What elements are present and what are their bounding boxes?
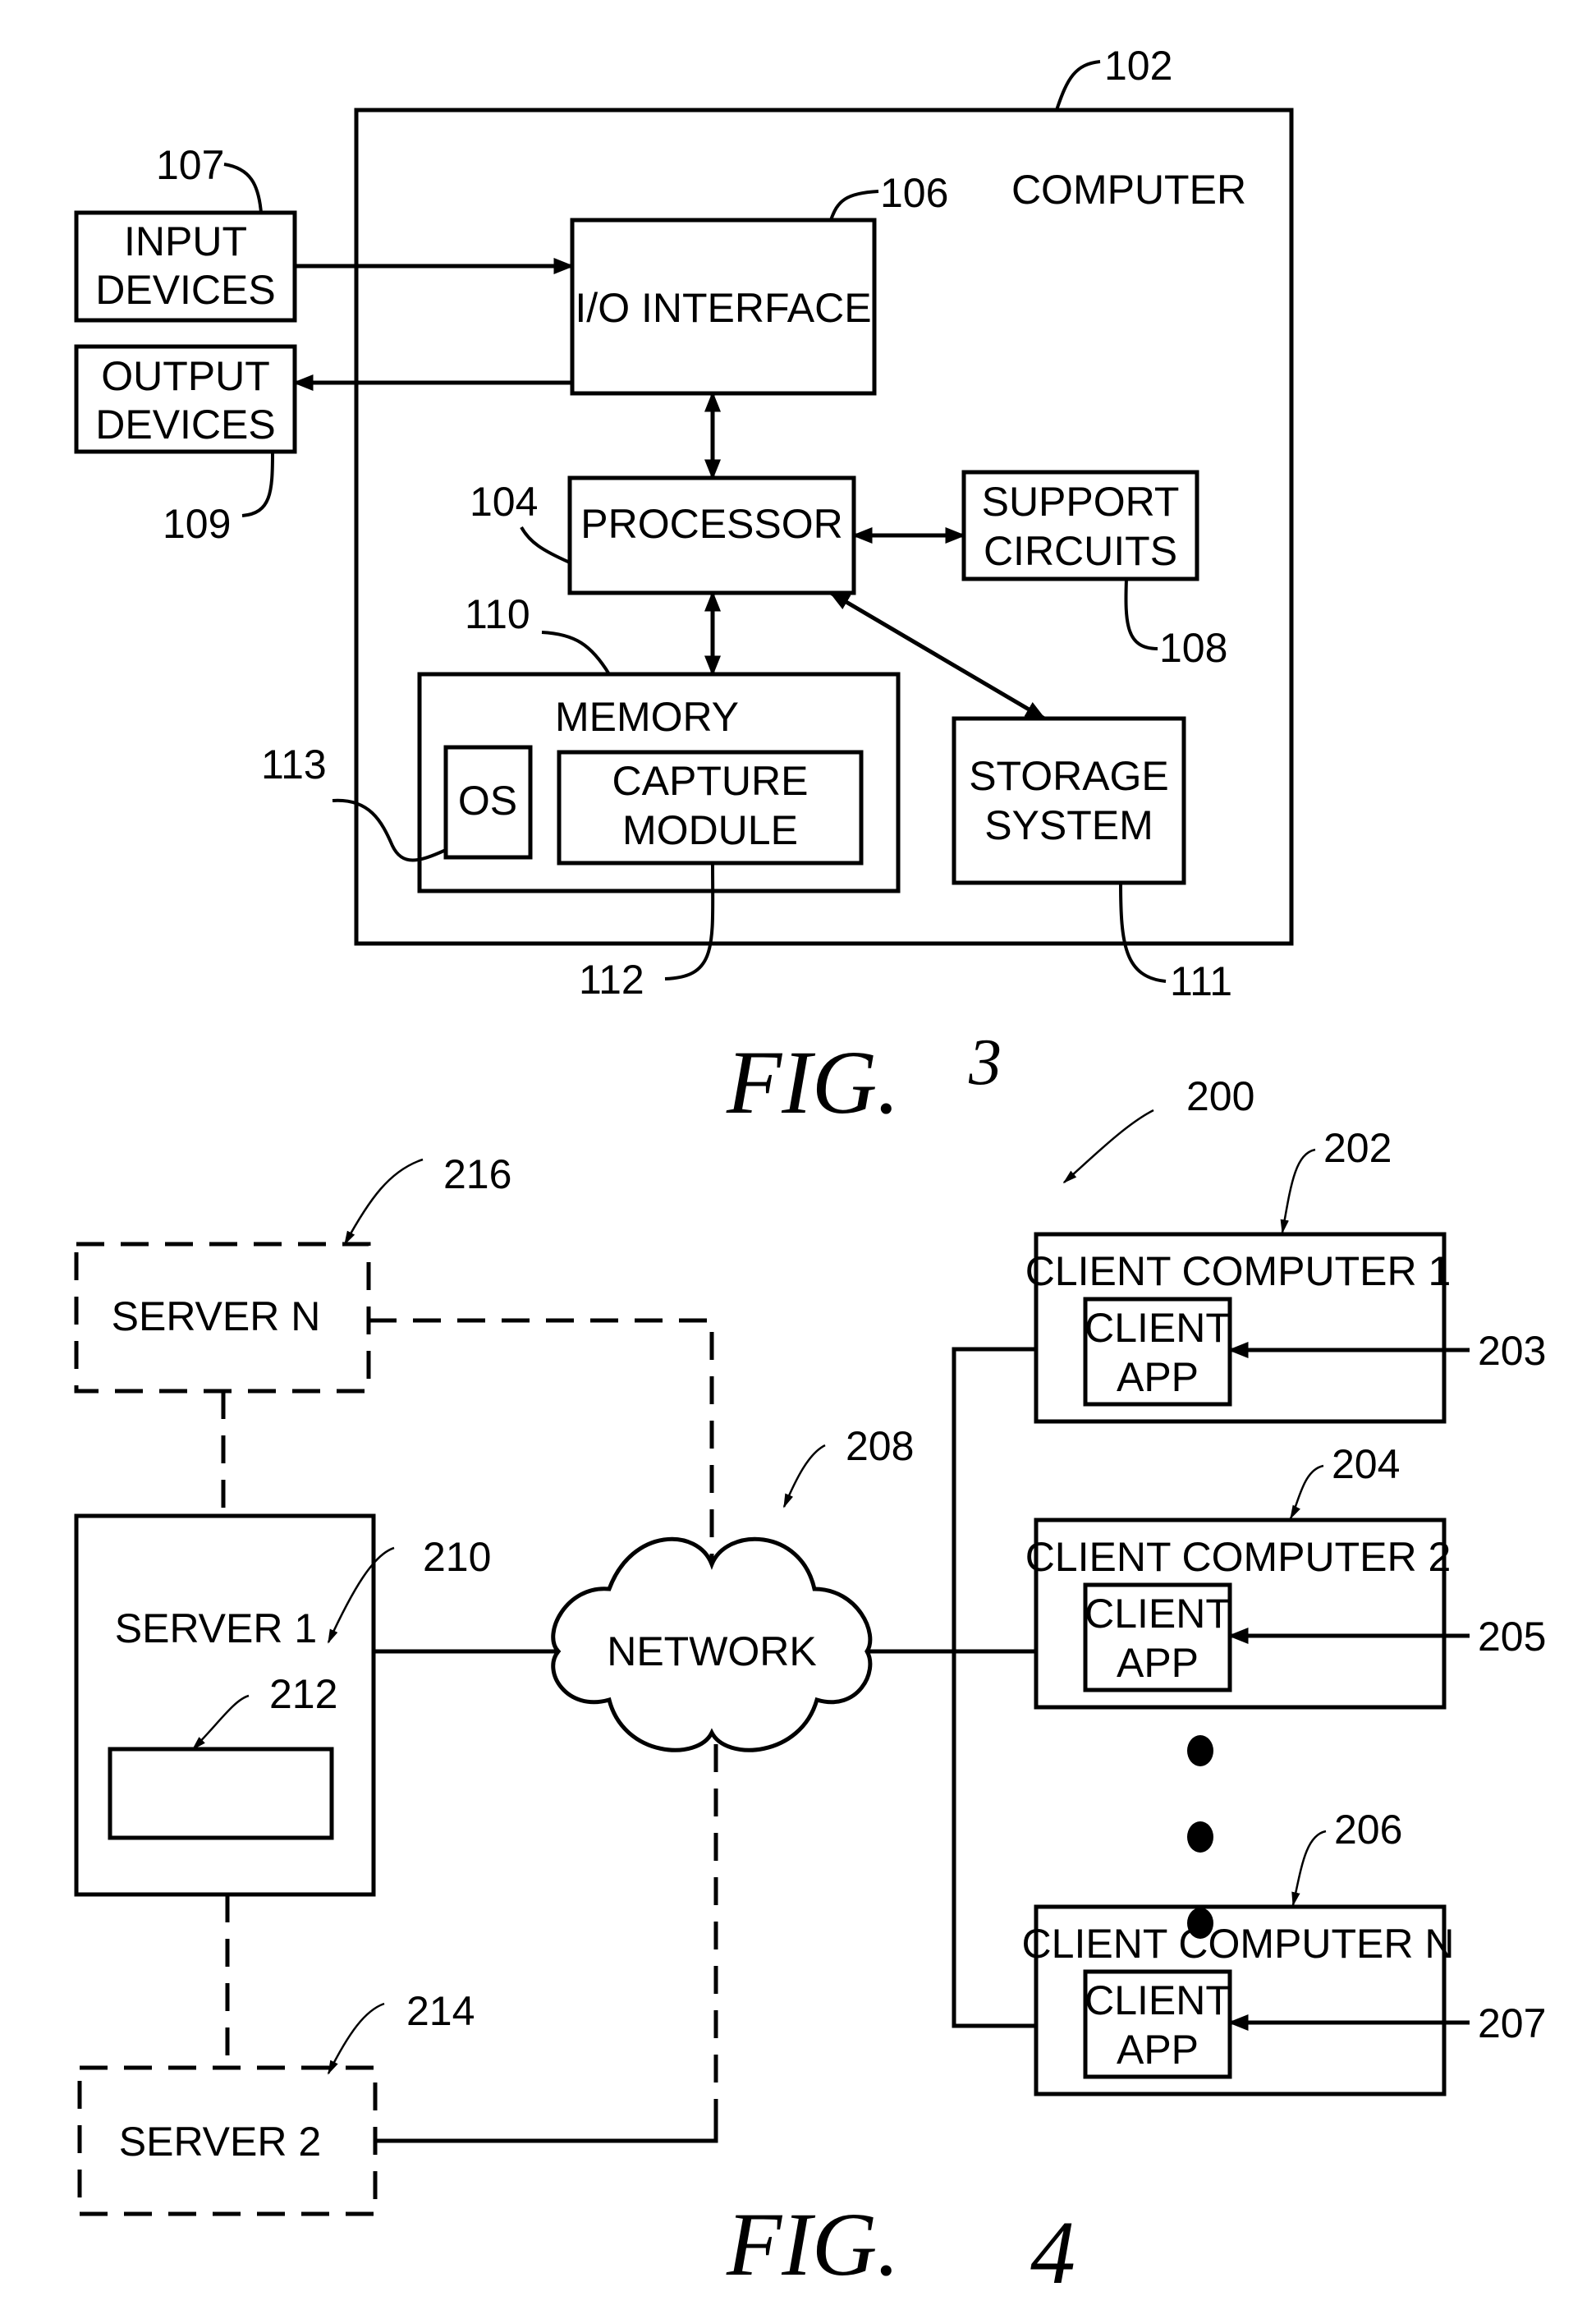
ref-109-leader	[241, 451, 274, 517]
client-computer-label: CLIENT COMPUTER 2	[1025, 1534, 1452, 1580]
client-computer: CLIENT COMPUTER 2 CLIENTAPP 205 204	[1025, 1441, 1546, 1710]
client-app-line2: APP	[1117, 1640, 1199, 1686]
io-interface-label: I/O INTERFACE	[575, 285, 871, 331]
ref-200-leader	[1062, 1109, 1154, 1184]
output-devices-line1: OUTPUT	[101, 353, 270, 399]
client-app-ref: 205	[1478, 1614, 1546, 1660]
client-computer-label: CLIENT COMPUTER 1	[1025, 1248, 1452, 1294]
client-app-line2: APP	[1117, 2027, 1199, 2073]
storage-system-box	[952, 716, 1186, 885]
ref-210: 210	[423, 1534, 491, 1580]
ref-102-leader	[1055, 60, 1101, 111]
fig3-caption: FIG.	[726, 1032, 900, 1132]
output-devices-line2: DEVICES	[95, 402, 276, 448]
input-devices-line1: INPUT	[124, 218, 247, 264]
ref-113: 113	[261, 742, 327, 788]
ref-212: 212	[269, 1671, 337, 1717]
client-app-line2: APP	[1117, 1354, 1199, 1400]
ref-107-leader	[223, 163, 263, 214]
server-2-network-link-solid	[375, 2127, 718, 2143]
client-computer: CLIENT COMPUTER N CLIENTAPP 207 206	[1022, 1807, 1546, 2096]
capture-module-line1: CAPTURE	[612, 758, 809, 804]
client-computer-ref-leader	[1291, 1830, 1327, 1907]
client-computers: CLIENT COMPUTER 1CLIENTAPP203202CLIENT C…	[1022, 1125, 1546, 2096]
os-label: OS	[458, 778, 517, 824]
client-app-ref: 207	[1478, 2000, 1546, 2046]
client-computer-ref: 204	[1332, 1441, 1400, 1487]
ref-109: 109	[163, 501, 231, 547]
fig3-number: 3	[968, 1026, 1002, 1099]
ref-108: 108	[1159, 625, 1227, 671]
processor-label: PROCESSOR	[580, 501, 843, 547]
figure-3: COMPUTER 102 INPUT DEVICES 107 OUTPUT DE…	[74, 43, 1294, 1132]
ref-111: 111	[1170, 958, 1232, 1004]
server-n-label: SERVER N	[112, 1293, 321, 1339]
memory-label: MEMORY	[555, 694, 739, 740]
client-computer: CLIENT COMPUTER 1 CLIENTAPP 203 202	[1025, 1125, 1546, 1424]
ref-112: 112	[579, 957, 644, 1003]
server-2-label: SERVER 2	[119, 2119, 321, 2165]
fig4-number: 4	[1030, 2202, 1075, 2303]
computer-label: COMPUTER	[1011, 167, 1246, 213]
client-computer-ref: 206	[1334, 1807, 1402, 1853]
support-circuits-line1: SUPPORT	[982, 479, 1180, 525]
ref-214: 214	[406, 1988, 475, 2034]
client-computer-label: CLIENT COMPUTER N	[1022, 1921, 1455, 1967]
capture-module-line2: MODULE	[622, 807, 798, 853]
server-n-network-link	[369, 1318, 714, 1564]
storage-system-line2: SYSTEM	[984, 802, 1153, 848]
patent-drawing: COMPUTER 102 INPUT DEVICES 107 OUTPUT DE…	[74, 43, 1546, 2303]
client-app-ref: 203	[1478, 1328, 1546, 1374]
fig4-caption: FIG.	[726, 2194, 900, 2294]
ref-110: 110	[465, 591, 530, 637]
ref-200: 200	[1186, 1073, 1254, 1119]
server-1-component-box	[108, 1747, 334, 1840]
client-computer-ref: 202	[1323, 1125, 1392, 1171]
network-label: NETWORK	[607, 1628, 817, 1674]
ellipsis-dot	[1187, 1908, 1213, 1939]
client-computer-ref-leader	[1280, 1148, 1316, 1234]
ref-214-leader	[327, 2002, 385, 2075]
input-devices-line2: DEVICES	[95, 267, 276, 313]
client-computer-ref-leader	[1289, 1464, 1324, 1520]
ref-107: 107	[156, 142, 224, 188]
ref-208-leader	[782, 1444, 826, 1508]
storage-system-line1: STORAGE	[969, 753, 1169, 799]
ellipsis-dot	[1187, 1821, 1213, 1853]
ref-106: 106	[880, 170, 948, 216]
ref-104: 104	[470, 479, 538, 525]
client-app-line1: CLIENT	[1085, 1591, 1231, 1637]
figure-4: 200 SERVER N 216 SERVER 1 210 212 SERVER…	[74, 1073, 1546, 2303]
client-app-line1: CLIENT	[1085, 1305, 1231, 1351]
support-circuits-line2: CIRCUITS	[984, 528, 1177, 574]
ref-216: 216	[443, 1151, 511, 1197]
client-app-line1: CLIENT	[1085, 1977, 1231, 2023]
ref-208: 208	[846, 1423, 914, 1469]
server-1-label: SERVER 1	[115, 1605, 317, 1651]
ellipsis-dot	[1187, 1735, 1213, 1766]
ref-102: 102	[1104, 43, 1172, 89]
ref-216-leader	[343, 1158, 424, 1246]
